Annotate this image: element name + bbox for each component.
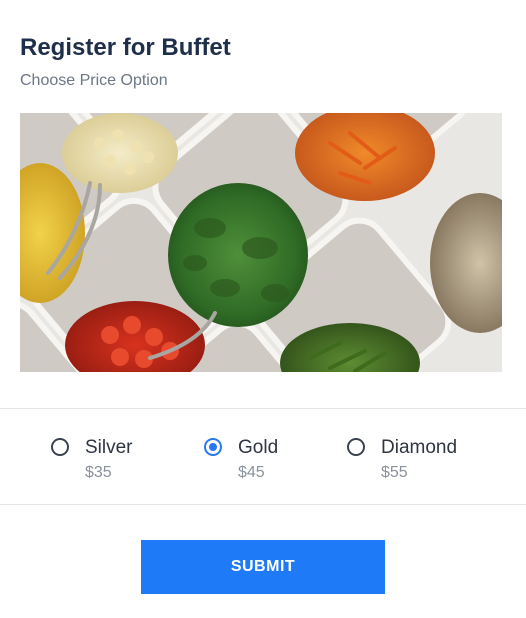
radio-gold[interactable] (204, 438, 222, 456)
option-label: Gold (238, 437, 279, 458)
option-price: $55 (381, 464, 408, 481)
option-label: Diamond (381, 437, 458, 458)
submit-button[interactable]: SUBMIT (141, 540, 385, 594)
radio-silver[interactable] (51, 438, 69, 456)
form-title: Register for Buffet (20, 34, 231, 61)
form-subtitle: Choose Price Option (20, 72, 168, 89)
option-diamond[interactable]: Diamond $55 (347, 436, 477, 486)
divider-bottom (0, 504, 526, 505)
buffet-registration-form: Register for Buffet Choose Price Option (0, 0, 526, 618)
radio-diamond[interactable] (347, 438, 365, 456)
option-price: $35 (85, 464, 112, 481)
divider-top (0, 408, 526, 409)
option-silver[interactable]: Silver $35 (51, 436, 161, 486)
option-label: Silver (85, 437, 133, 458)
buffet-image (20, 113, 502, 372)
option-gold[interactable]: Gold $45 (204, 436, 304, 486)
option-price: $45 (238, 464, 265, 481)
